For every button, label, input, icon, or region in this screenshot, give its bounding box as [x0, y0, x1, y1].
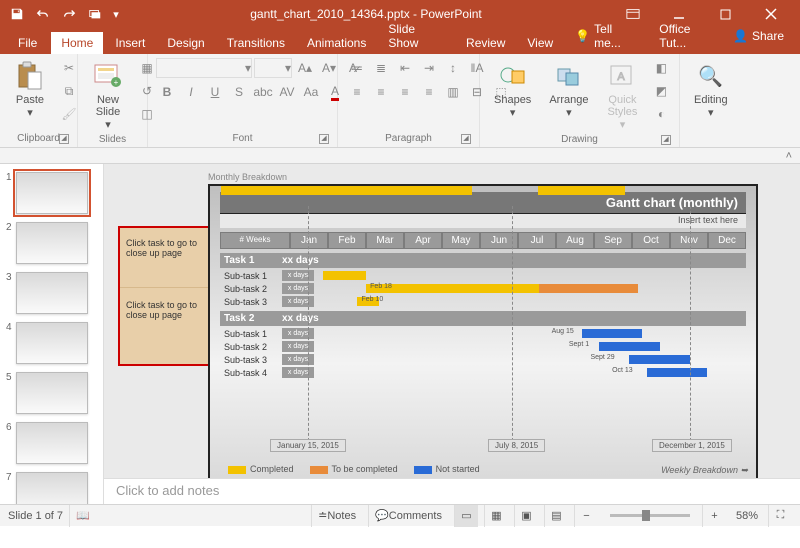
thumbnail-7[interactable]: 7 — [0, 470, 103, 504]
gantt-chart: Gantt chart (monthly) Insert text here #… — [208, 184, 758, 478]
normal-view-icon[interactable]: ▭ — [454, 505, 478, 527]
align-right-icon[interactable]: ≡ — [394, 82, 416, 102]
callout-text-1: Click task to go to close up page — [120, 228, 208, 288]
group-drawing-label: Drawing — [561, 134, 598, 145]
share-icon: 👤 — [733, 29, 748, 43]
redo-icon[interactable] — [58, 3, 80, 25]
grow-font-icon[interactable]: A▴ — [294, 58, 316, 78]
slideshow-view-icon[interactable]: ▤ — [544, 505, 568, 527]
zoom-in-icon[interactable]: + — [702, 505, 726, 527]
clipboard-dialog-launcher[interactable]: ◢ — [59, 134, 69, 144]
start-from-beginning-icon[interactable] — [84, 3, 106, 25]
callout-text-2: Click task to go to close up page — [120, 288, 208, 332]
slide-sorter-icon[interactable]: ▦ — [484, 505, 508, 527]
window-title: gantt_chart_2010_14364.pptx - PowerPoint — [122, 7, 610, 21]
tab-view[interactable]: View — [517, 32, 563, 54]
tab-transitions[interactable]: Transitions — [217, 32, 295, 54]
shape-outline-icon[interactable]: ◩ — [650, 81, 672, 101]
indent-decrease-icon[interactable]: ⇤ — [394, 58, 416, 78]
numbering-icon[interactable]: ≣ — [370, 58, 392, 78]
weeks-header: # Weeks — [220, 232, 290, 249]
notes-button[interactable]: ≐ Notes — [311, 505, 362, 527]
spacing-icon[interactable]: AV — [276, 82, 298, 102]
slide-thumbnails[interactable]: 1 2 3 4 5 6 7 — [0, 164, 104, 504]
reading-view-icon[interactable]: ▣ — [514, 505, 538, 527]
group-font-label: Font — [232, 133, 252, 144]
editing-button[interactable]: 🔍Editing ▾ — [688, 58, 734, 121]
thumbnail-6[interactable]: 6 — [0, 420, 103, 470]
callout-box: Click task to go to close up page Click … — [118, 226, 210, 366]
thumbnail-1[interactable]: 1 — [0, 170, 103, 220]
indent-increase-icon[interactable]: ⇥ — [418, 58, 440, 78]
account-name[interactable]: Office Tut... — [649, 18, 719, 54]
collapse-ribbon-icon[interactable]: ˄ — [0, 148, 800, 164]
columns-icon[interactable]: ▥ — [442, 82, 464, 102]
zoom-slider[interactable] — [610, 514, 690, 517]
slide-canvas[interactable]: Monthly Breakdown Click task to go to cl… — [104, 164, 800, 478]
arrange-button[interactable]: Arrange ▾ — [543, 58, 594, 121]
tab-animations[interactable]: Animations — [297, 32, 376, 54]
zoom-out-icon[interactable]: − — [574, 505, 598, 527]
tab-slideshow[interactable]: Slide Show — [378, 18, 454, 54]
save-icon[interactable] — [6, 3, 28, 25]
qat-dropdown-icon[interactable]: ▾ — [110, 3, 122, 25]
italic-icon[interactable]: I — [180, 82, 202, 102]
underline-icon[interactable]: U — [204, 82, 226, 102]
group-slides-label: Slides — [86, 133, 139, 146]
chart-subtitle: Insert text here — [220, 214, 746, 228]
notes-pane[interactable]: Click to add notes — [104, 478, 800, 504]
comments-button[interactable]: 💬 Comments — [368, 505, 448, 527]
shapes-button[interactable]: Shapes ▾ — [488, 58, 537, 121]
chart-title: Gantt chart (monthly) — [220, 192, 746, 214]
drawing-dialog-launcher[interactable]: ◢ — [661, 135, 671, 145]
case-icon[interactable]: Aa — [300, 82, 322, 102]
tab-review[interactable]: Review — [456, 32, 515, 54]
weekly-breakdown-link: Weekly Breakdown ➥ — [661, 465, 748, 476]
tab-file[interactable]: File — [6, 32, 49, 54]
shadow-icon[interactable]: S — [228, 82, 250, 102]
undo-icon[interactable] — [32, 3, 54, 25]
spellcheck-icon[interactable]: 📖 — [69, 505, 96, 527]
font-family-select[interactable]: ▾ — [156, 58, 252, 78]
zoom-percent[interactable]: 58% — [732, 510, 762, 522]
align-left-icon[interactable]: ≡ — [346, 82, 368, 102]
copy-icon[interactable]: ⧉ — [58, 81, 80, 101]
fit-to-window-icon[interactable]: ⛶ — [768, 505, 792, 527]
strike-icon[interactable]: abc — [252, 82, 274, 102]
light-bulb-icon: 💡 — [575, 29, 590, 43]
slide-title: Monthly Breakdown — [208, 172, 788, 182]
bullets-icon[interactable]: ≔ — [346, 58, 368, 78]
chart-legend: Completed To be completed Not started — [228, 464, 480, 474]
paste-button[interactable]: Paste ▾ — [8, 58, 52, 121]
shrink-font-icon[interactable]: A▾ — [318, 58, 340, 78]
svg-text:+: + — [114, 78, 119, 87]
thumbnail-4[interactable]: 4 — [0, 320, 103, 370]
shape-effects-icon[interactable]: ◐ — [650, 104, 672, 124]
font-size-select[interactable]: ▾ — [254, 58, 292, 78]
thumbnail-5[interactable]: 5 — [0, 370, 103, 420]
font-dialog-launcher[interactable]: ◢ — [319, 134, 329, 144]
tab-design[interactable]: Design — [157, 32, 214, 54]
thumbnail-2[interactable]: 2 — [0, 220, 103, 270]
svg-text:A: A — [618, 71, 626, 83]
new-slide-button[interactable]: + New Slide ▾ — [86, 58, 130, 133]
bold-icon[interactable]: B — [156, 82, 178, 102]
align-center-icon[interactable]: ≡ — [370, 82, 392, 102]
group-clipboard-label: Clipboard — [17, 133, 60, 144]
tell-me[interactable]: 💡Tell me... — [565, 18, 647, 54]
share-button[interactable]: 👤Share — [723, 25, 794, 47]
slide-indicator: Slide 1 of 7 — [8, 510, 63, 522]
quick-styles-button[interactable]: AQuick Styles ▾ — [600, 58, 644, 133]
justify-icon[interactable]: ≡ — [418, 82, 440, 102]
paragraph-dialog-launcher[interactable]: ◢ — [461, 134, 471, 144]
thumbnail-3[interactable]: 3 — [0, 270, 103, 320]
shape-fill-icon[interactable]: ◧ — [650, 58, 672, 78]
group-paragraph-label: Paragraph — [385, 133, 432, 144]
line-spacing-icon[interactable]: ↕ — [442, 58, 464, 78]
tab-insert[interactable]: Insert — [105, 32, 155, 54]
tab-home[interactable]: Home — [51, 32, 103, 54]
cut-icon[interactable]: ✂ — [58, 58, 80, 78]
format-painter-icon[interactable]: 🖌 — [58, 104, 80, 124]
